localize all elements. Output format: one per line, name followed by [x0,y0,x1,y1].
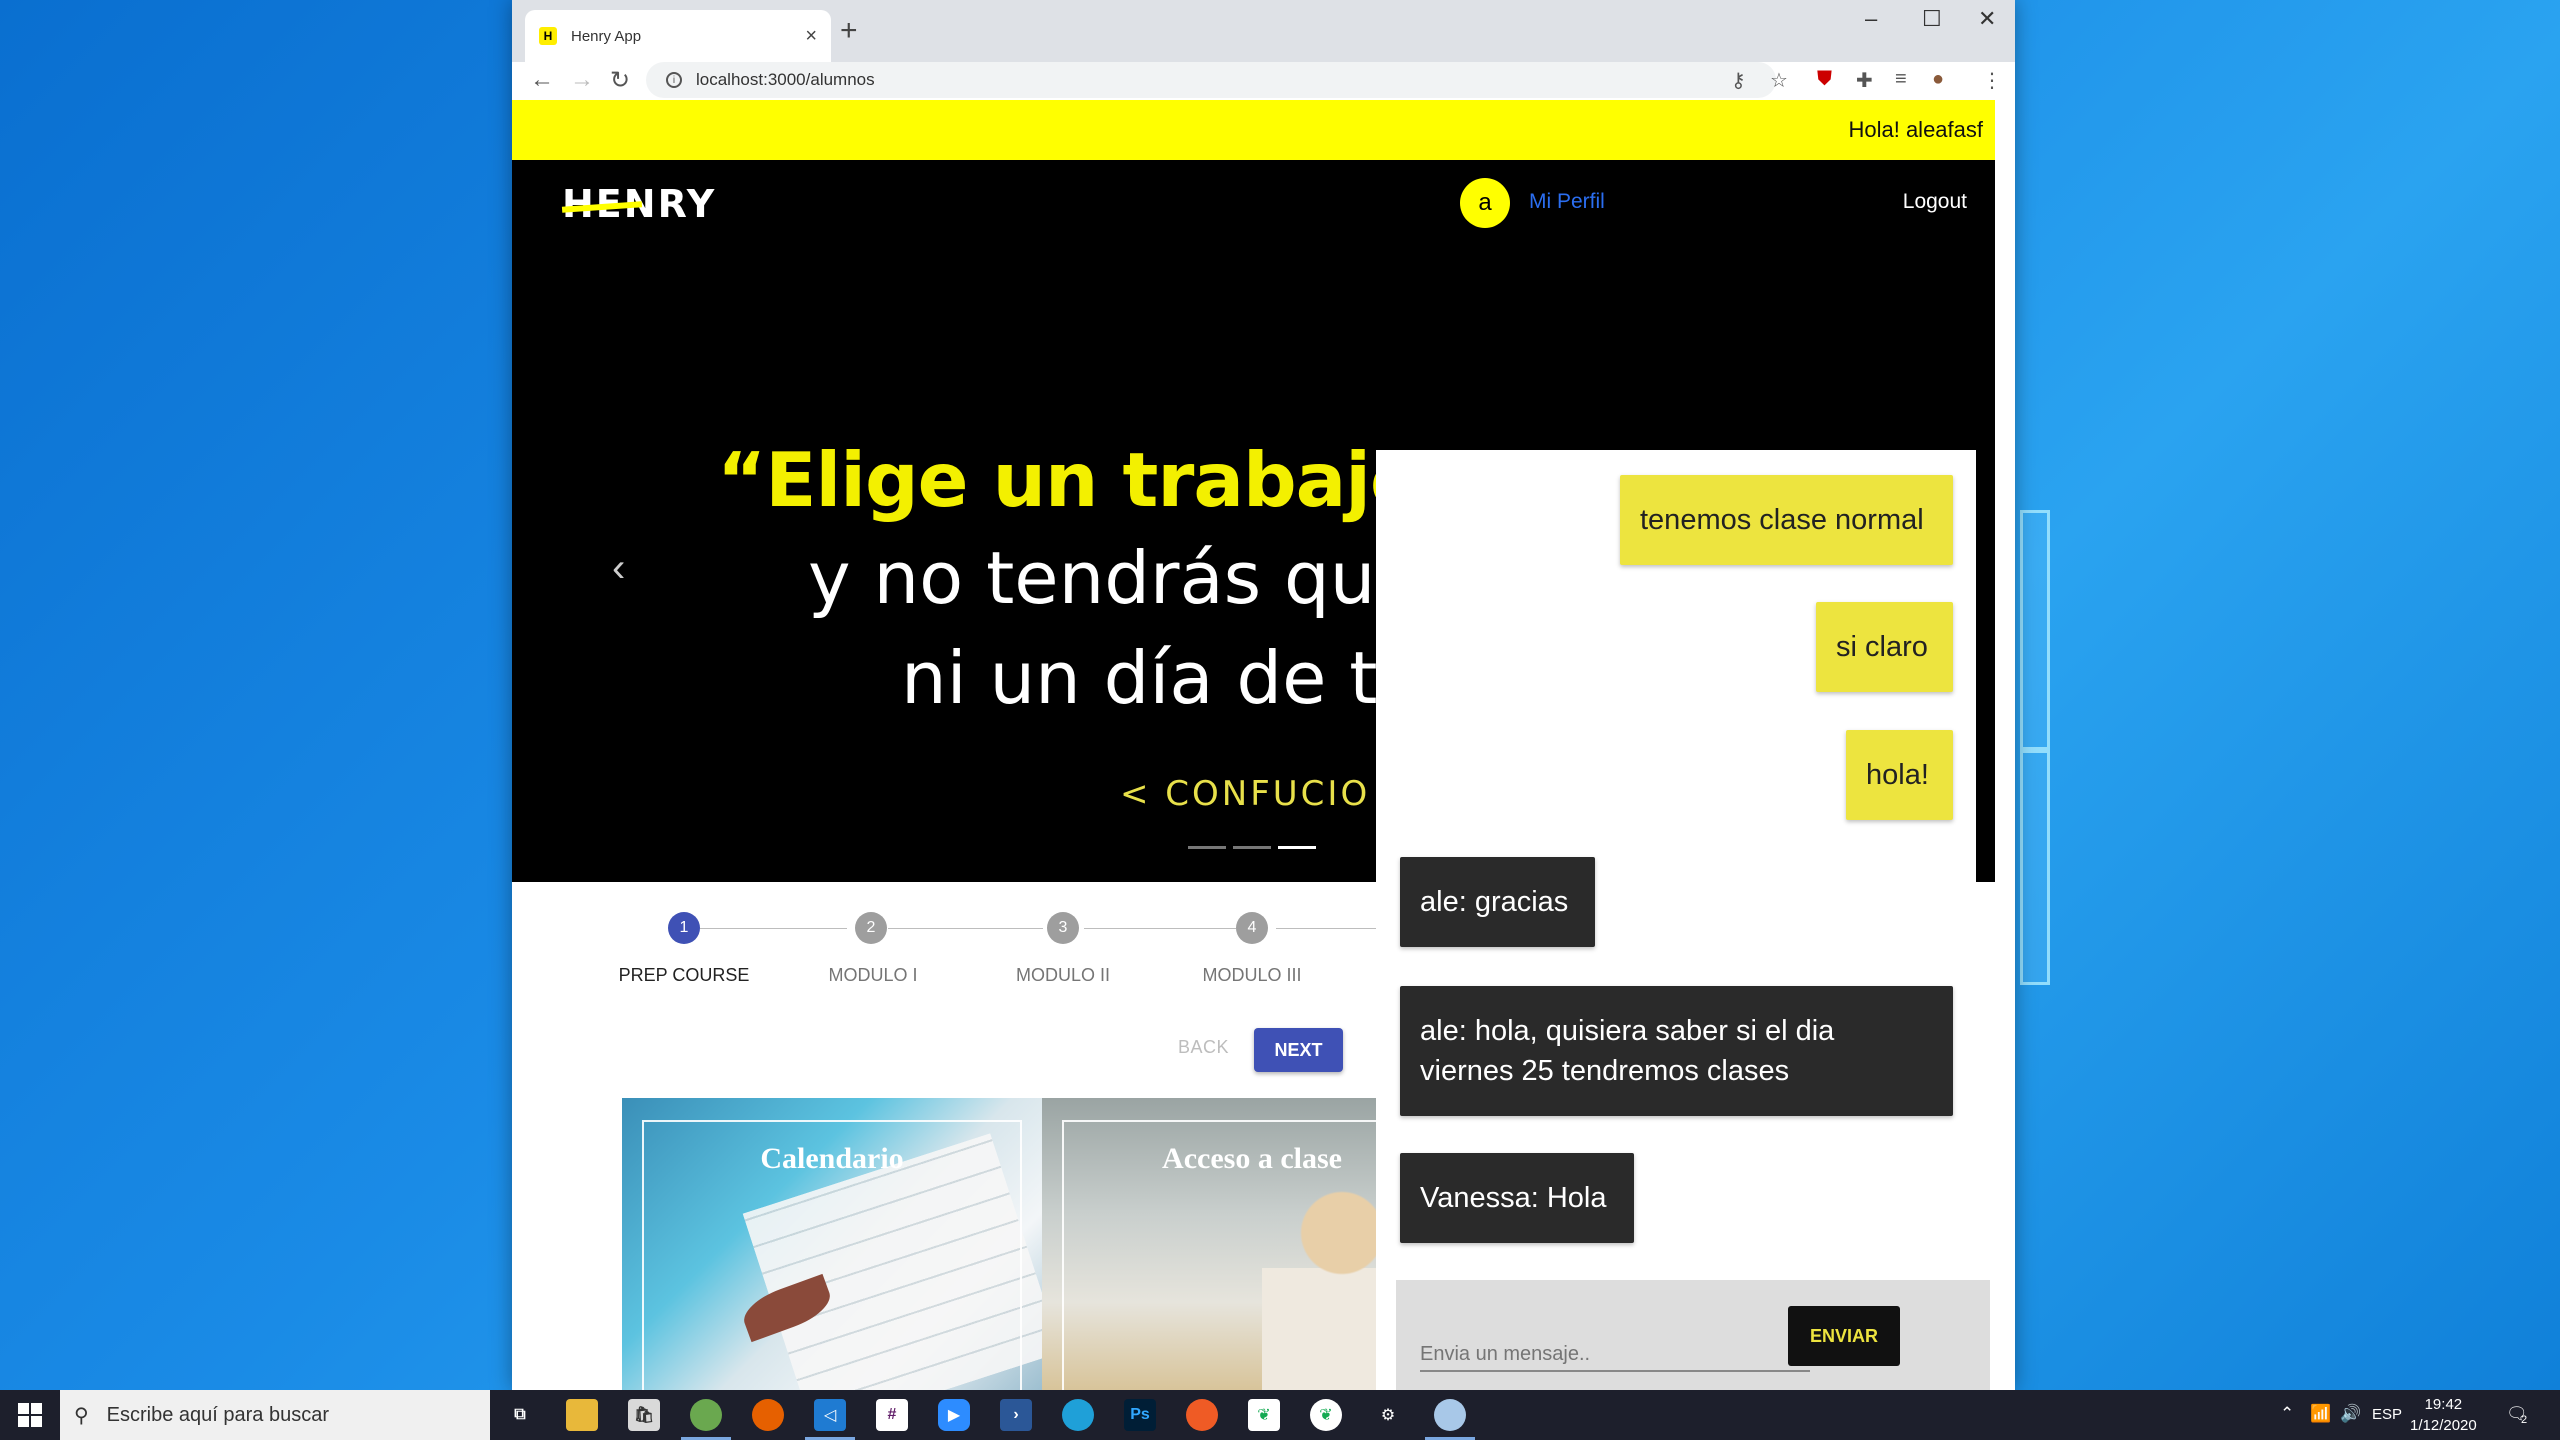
desktop-windows-logo [2020,510,2050,750]
windows-taskbar: ⚲ Escribe aquí para buscar ⧉ 🛍 ◁ # ▶ › P… [0,1390,2560,1440]
edge-icon[interactable] [1062,1399,1094,1431]
step-connector [888,928,1043,929]
store-icon[interactable]: 🛍 [628,1399,660,1431]
chat-message-input[interactable] [1420,1338,1810,1372]
chat-message-mine: hola! [1846,730,1953,820]
step-3-circle[interactable]: 3 [1047,912,1079,944]
chat-message-mine: si claro [1816,602,1953,692]
step-3-label: MODULO II [1015,965,1111,985]
star-icon[interactable]: ☆ [1770,68,1788,93]
desktop-windows-logo-lower [2020,750,2050,985]
tray-chevron-icon[interactable]: ⌃ [2280,1404,2294,1424]
chat-message-other: Vanessa: Hola [1400,1153,1634,1243]
step-connector [1276,928,1376,929]
henry-favicon-icon: H [539,27,557,45]
close-window-icon[interactable]: ✕ [1978,6,1996,32]
browser-window: H Henry App × + – ☐ ✕ ← → ↻ i localhost:… [512,0,2015,1390]
send-button[interactable]: ENVIAR [1788,1306,1900,1366]
back-arrow-icon[interactable]: ← [530,66,554,94]
task-view-icon[interactable]: ⧉ [504,1399,536,1431]
carousel-indicator-1[interactable] [1188,846,1226,849]
browser-tab[interactable]: H Henry App × [525,10,831,62]
profile-avatar-icon[interactable]: ● [1932,68,1944,91]
tab-title: Henry App [571,27,642,45]
carousel-indicator-3[interactable] [1278,846,1316,849]
forward-arrow-icon[interactable]: → [570,66,594,94]
address-bar[interactable]: i localhost:3000/alumnos ⚷ ☆ [646,62,1788,98]
minimize-icon[interactable]: – [1865,6,1877,32]
slack-icon[interactable]: # [876,1399,908,1431]
mongodb-compass-icon[interactable]: ❦ [1310,1399,1342,1431]
vscode-icon[interactable]: ◁ [814,1399,846,1431]
new-tab-icon[interactable]: + [840,14,858,48]
menu-dots-icon[interactable]: ⋮ [1982,68,2002,93]
step-2-label: MODULO I [828,965,918,985]
step-4-label: MODULO III [1202,965,1302,985]
carousel-prev-icon[interactable]: ‹ [612,546,625,591]
card-title: Calendario [760,1142,904,1175]
windows-start-icon[interactable] [18,1403,42,1427]
step-4-circle[interactable]: 4 [1236,912,1268,944]
user-avatar[interactable]: a [1460,178,1510,228]
app-icon[interactable] [1434,1399,1466,1431]
language-indicator[interactable]: ESP [2372,1406,2402,1423]
media-control-icon[interactable]: ≡ [1895,68,1907,91]
quote-line-3: ni un día de tu [901,636,1424,720]
user-greeting: Hola! aleafasf [1848,117,1983,142]
next-button[interactable]: NEXT [1254,1028,1343,1072]
network-icon[interactable]: 📶 [2310,1404,2331,1424]
chat-panel: tenemos clase normal si claro hola! ale:… [1376,450,1990,1390]
extensions-puzzle-icon[interactable]: ✚ [1856,68,1873,93]
maximize-icon[interactable]: ☐ [1922,6,1942,32]
quote-author: < CONFUCIO > [1120,774,1416,814]
browser-toolbar: ← → ↻ i localhost:3000/alumnos ⚷ ☆ ⛊ ✚ ≡… [512,62,2015,100]
powershell-icon[interactable]: › [1000,1399,1032,1431]
notification-count: 2 [2521,1414,2528,1426]
clock-time: 19:42 [2424,1396,2463,1413]
yellow-topbar: Hola! aleafasf [512,100,1995,160]
logout-link[interactable]: Logout [1903,190,1967,214]
step-2-circle[interactable]: 2 [855,912,887,944]
ublock-extension-icon[interactable]: ⛊ [1817,68,1832,91]
file-explorer-icon[interactable] [566,1399,598,1431]
henry-logo[interactable]: HENRY [561,182,716,226]
volume-icon[interactable]: 🔊 [2340,1404,2361,1424]
reload-icon[interactable]: ↻ [610,66,630,95]
tab-strip: H Henry App × + – ☐ ✕ [512,0,2015,62]
close-tab-icon[interactable]: × [805,25,817,48]
quote-line-2: y no tendrás que [808,536,1420,620]
chat-message-mine: tenemos clase normal [1620,475,1953,565]
profile-link[interactable]: Mi Perfil [1529,190,1605,214]
chat-message-other: ale: hola, quisiera saber si el dia vier… [1400,986,1953,1116]
postman-icon[interactable] [1186,1399,1218,1431]
chrome-icon[interactable] [690,1399,722,1431]
main-navbar: HENRY a Mi Perfil Logout [512,160,1995,246]
key-icon[interactable]: ⚷ [1731,68,1746,93]
step-connector [700,928,847,929]
carousel-indicator-2[interactable] [1233,846,1271,849]
taskbar-search[interactable]: ⚲ Escribe aquí para buscar [60,1390,490,1440]
calendar-card[interactable]: Calendario [622,1098,1042,1390]
chat-input-bar: ENVIAR [1396,1280,1990,1390]
site-info-icon[interactable]: i [666,72,682,88]
clock[interactable]: 19:42 1/12/2020 [2410,1394,2477,1436]
settings-gear-icon[interactable]: ⚙ [1372,1399,1404,1431]
search-icon: ⚲ [74,1404,89,1427]
page-content: Hola! aleafasf HENRY a Mi Perfil Logout … [512,100,2015,1390]
search-placeholder: Escribe aquí para buscar [106,1403,329,1426]
zoom-icon[interactable]: ▶ [938,1399,970,1431]
url-text: localhost:3000/alumnos [696,70,875,89]
mongodb-icon[interactable]: ❦ [1248,1399,1280,1431]
firefox-icon[interactable] [752,1399,784,1431]
step-1-circle[interactable]: 1 [668,912,700,944]
step-connector [1084,928,1236,929]
chat-message-other: ale: gracias [1400,857,1595,947]
photoshop-icon[interactable]: Ps [1124,1399,1156,1431]
back-button[interactable]: BACK [1178,1037,1229,1058]
clock-date: 1/12/2020 [2410,1417,2477,1434]
step-1-label: PREP COURSE [618,965,750,985]
